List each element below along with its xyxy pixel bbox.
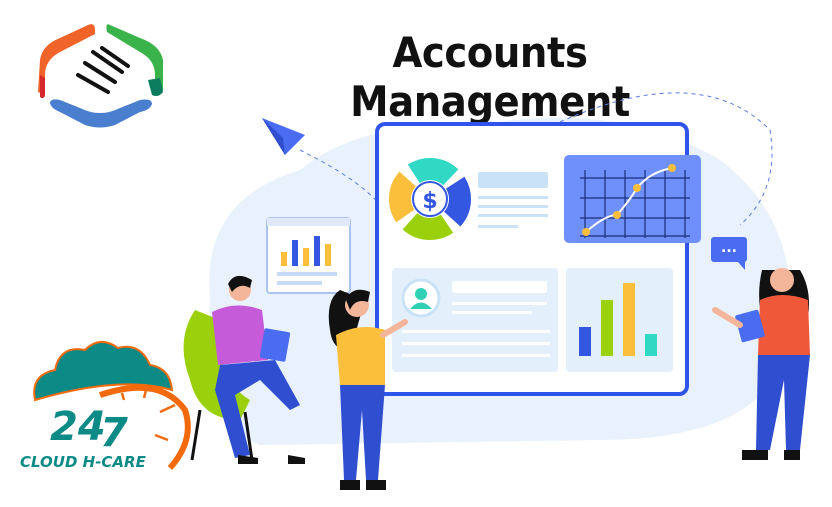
mini-bar-card: [266, 217, 351, 294]
illustration: $ ... 24 7 CLOUD H-CARE: [20, 24, 810, 490]
badge-brand: CLOUD H-CARE: [20, 453, 147, 471]
company-logo: [38, 24, 163, 128]
profile-card: [392, 268, 558, 372]
bar-chart-card: [566, 268, 673, 372]
badge-7: 7: [100, 410, 128, 456]
svg-text:...: ...: [721, 240, 737, 256]
cloud-h-care-logo: 24 7 CLOUD H-CARE: [20, 341, 191, 471]
badge-24: 24: [50, 404, 106, 450]
dashboard-panel: $: [375, 122, 701, 396]
paper-plane-icon: [262, 118, 305, 155]
dollar-sign: $: [422, 189, 437, 214]
logo-stripes: [76, 46, 130, 94]
line-chart-card: [564, 155, 701, 243]
